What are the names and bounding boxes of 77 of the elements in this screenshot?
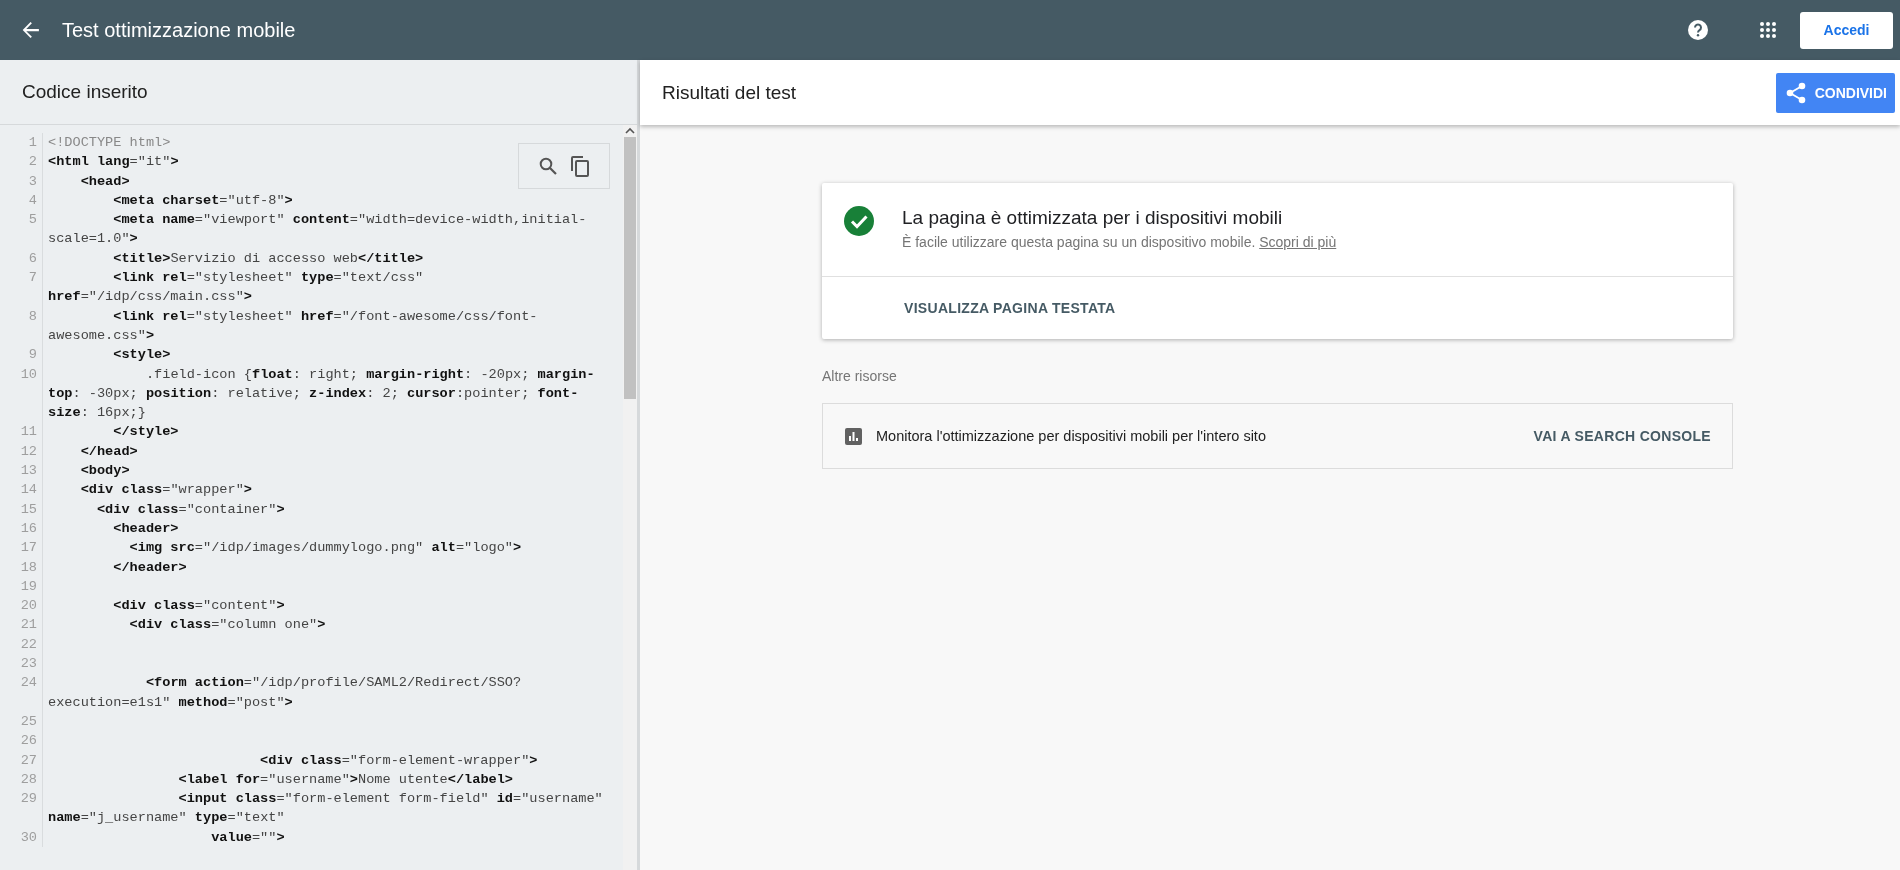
code-line: <meta charset="utf-8"> <box>112 192 293 208</box>
line-number: 10 <box>0 364 43 423</box>
line-number: 15 <box>0 499 43 519</box>
scrollbar[interactable] <box>623 125 637 870</box>
panel-title: Risultati del test <box>662 81 798 104</box>
code-line: .field-icon {float: right; margin-right: -20px; margin-top: -30px; position: relative; z-index: 2; cursor:pointer; font-size: 16px;} <box>48 366 595 421</box>
line-number: 24 <box>0 673 43 712</box>
code-line: <form action="/idp/profile/SAML2/Redirect/SSO?execution=e1s1" method="post"> <box>48 675 522 710</box>
code-line: </header> <box>112 559 187 575</box>
code-line: <div class="container"> <box>95 501 285 517</box>
code-line: <head> <box>79 173 130 189</box>
share-button[interactable]: CONDIVIDI <box>1775 72 1895 113</box>
code-line: <link rel="stylesheet" href="/font-awesome/css/font-awesome.css"> <box>48 308 538 343</box>
line-number: 4 <box>0 190 43 211</box>
code-line: <div class="wrapper"> <box>79 482 252 498</box>
line-number: 17 <box>0 538 43 558</box>
line-number: 9 <box>0 345 43 365</box>
line-number: 20 <box>0 596 43 616</box>
line-number: 29 <box>0 789 43 828</box>
code-line: <label for="username">Nome utente</label> <box>177 771 513 787</box>
line-number: 8 <box>0 306 43 346</box>
share-icon <box>1785 81 1806 104</box>
help-icon[interactable] <box>1687 19 1709 41</box>
search-icon[interactable] <box>539 157 557 175</box>
code-line: <html lang="it"> <box>48 154 179 170</box>
verdict-description: È facile utilizzare questa pagina su un dispositivo mobile. Scopri di più <box>902 234 1337 250</box>
learn-more-link[interactable]: Scopri di più <box>1259 234 1337 250</box>
line-number: 16 <box>0 518 43 539</box>
line-number: 21 <box>0 615 43 635</box>
code-line: <div class="form-element-wrapper"> <box>259 752 538 768</box>
code-line: <body> <box>79 463 130 479</box>
line-number: 2 <box>0 152 43 172</box>
line-number: 26 <box>0 731 43 751</box>
scroll-up-icon[interactable] <box>625 127 635 134</box>
section-heading: Altre risorse <box>822 368 898 384</box>
line-number: 12 <box>0 441 43 462</box>
line-number: 7 <box>0 268 43 307</box>
line-number: 30 <box>0 827 43 847</box>
line-number: 27 <box>0 750 43 770</box>
line-number: 6 <box>0 248 43 269</box>
line-number: 3 <box>0 171 43 191</box>
code-line: <style> <box>112 347 171 363</box>
code-line: <!DOCTYPE html> <box>48 135 171 150</box>
copy-icon[interactable] <box>571 155 589 177</box>
line-number: 5 <box>0 210 43 249</box>
check-circle-icon <box>844 206 874 236</box>
line-number: 14 <box>0 480 43 500</box>
line-number: 18 <box>0 557 43 577</box>
code-line: </style> <box>112 424 179 440</box>
back-arrow-icon[interactable] <box>22 21 40 39</box>
code-line: <header> <box>112 520 179 536</box>
code-line: </head> <box>79 443 138 459</box>
code-line: <meta name="viewport" content="width=device-width,initial-scale=1.0"> <box>48 212 587 247</box>
line-number: 25 <box>0 711 43 732</box>
view-tested-page-button[interactable]: VISUALIZZA PAGINA TESTATA <box>904 300 1116 316</box>
code-line: <div class="content"> <box>112 598 285 614</box>
apps-grid-icon[interactable] <box>1760 22 1776 38</box>
verdict-title: La pagina è ottimizzata per i dispositivi mobili <box>902 206 1284 230</box>
scrollbar-thumb[interactable] <box>624 137 636 399</box>
resource-text: Monitora l'ottimizzazione per dispositivi mobili per l'intero sito <box>876 428 1267 444</box>
line-number: 13 <box>0 461 43 481</box>
bar-chart-icon <box>845 427 862 445</box>
code-line: <title>Servizio di accesso web</title> <box>112 250 424 266</box>
line-number: 23 <box>0 654 43 674</box>
signin-button[interactable]: Accedi <box>1800 11 1893 49</box>
search-console-button[interactable]: VAI A SEARCH CONSOLE <box>1533 428 1711 444</box>
line-number: 1 <box>0 133 43 153</box>
code-line: <img src="/idp/images/dummylogo.png" alt="logo"> <box>128 540 522 556</box>
code-line: <div class="column one"> <box>128 617 326 633</box>
panel-title: Codice inserito <box>22 81 148 103</box>
code-line: value=""> <box>210 829 285 845</box>
code-line: <input class="form-element form-field" id="username" name="j_username" type="text" <box>48 791 604 826</box>
line-number: 22 <box>0 634 43 654</box>
line-number: 28 <box>0 769 43 790</box>
line-number: 11 <box>0 422 43 442</box>
line-number: 19 <box>0 576 43 597</box>
page-title: Test ottimizzazione mobile <box>62 18 297 42</box>
